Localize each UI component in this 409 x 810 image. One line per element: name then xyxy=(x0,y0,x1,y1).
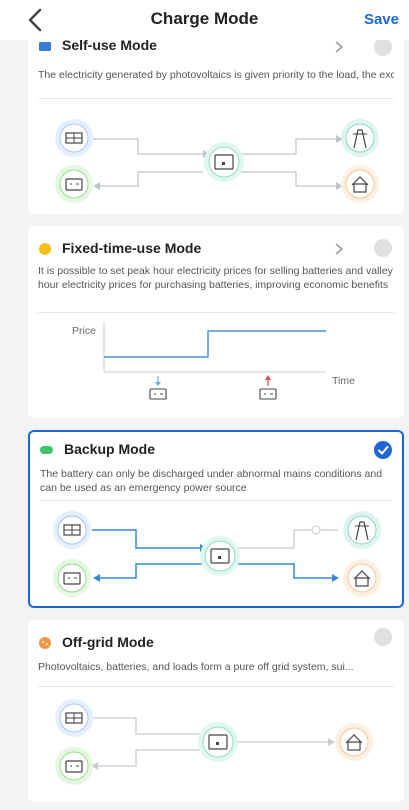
backup-mode-icon xyxy=(40,446,53,454)
mode-card-self-use[interactable]: Self-use Mode The electricity generated … xyxy=(28,24,404,214)
energy-flow-diagram xyxy=(55,699,373,785)
divider xyxy=(40,500,392,501)
save-button[interactable]: Save xyxy=(364,11,399,28)
battery-icon xyxy=(55,165,93,203)
nav-bar: Charge Mode Save xyxy=(0,0,409,40)
chart-y-label: Price xyxy=(72,325,96,337)
mode-description: Photovoltaics, batteries, and loads form… xyxy=(38,661,354,673)
battery-icon xyxy=(53,559,91,597)
mode-list: Self-use Mode The electricity generated … xyxy=(0,0,409,810)
home-icon xyxy=(341,165,379,203)
self-use-mode-icon xyxy=(39,42,51,51)
battery-icon xyxy=(55,747,93,785)
divider xyxy=(38,98,394,99)
checkmark-icon xyxy=(378,446,389,455)
charge-battery-icon xyxy=(149,376,167,400)
fixed-time-mode-icon xyxy=(39,243,51,255)
mode-title: Backup Mode xyxy=(64,441,156,457)
discharge-battery-icon xyxy=(259,375,277,400)
mode-card-backup[interactable]: Backup Mode The battery can only be disc… xyxy=(28,430,404,608)
chevron-right-icon[interactable] xyxy=(334,242,344,256)
chevron-right-icon[interactable] xyxy=(334,40,344,54)
price-time-chart: Price Time xyxy=(72,322,355,400)
inverter-icon xyxy=(200,536,240,576)
mode-select-radio[interactable] xyxy=(374,628,392,646)
energy-flow-diagram xyxy=(55,119,379,203)
grid-tower-icon xyxy=(343,511,381,549)
mode-title: Fixed-time-use Mode xyxy=(62,240,202,256)
divider xyxy=(38,312,394,313)
mode-card-fixed-time-use[interactable]: Fixed-time-use Mode It is possible to se… xyxy=(28,226,404,418)
mode-description: It is possible to set peak hour electric… xyxy=(38,265,393,291)
chart-x-label: Time xyxy=(332,375,355,387)
energy-flow-diagram xyxy=(53,511,381,597)
page-title: Charge Mode xyxy=(150,9,259,28)
solar-panel-icon xyxy=(53,511,91,549)
solar-panel-icon xyxy=(55,699,93,737)
mode-card-off-grid[interactable]: Off-grid Mode Photovoltaics, batteries, … xyxy=(28,620,404,802)
mode-description: The battery can only be discharged under… xyxy=(40,468,383,494)
mode-select-radio[interactable] xyxy=(374,239,392,257)
divider xyxy=(38,686,394,687)
solar-panel-icon xyxy=(55,119,93,157)
inverter-icon xyxy=(204,142,244,182)
mode-selected-check[interactable] xyxy=(374,441,392,459)
mode-description: The electricity generated by photovoltai… xyxy=(38,69,394,81)
mode-title: Off-grid Mode xyxy=(62,634,154,650)
mode-select-radio[interactable] xyxy=(374,38,392,56)
off-grid-mode-icon xyxy=(39,637,51,649)
home-icon xyxy=(335,723,373,761)
inverter-icon xyxy=(198,722,238,762)
grid-tower-icon xyxy=(341,119,379,157)
home-icon xyxy=(343,559,381,597)
